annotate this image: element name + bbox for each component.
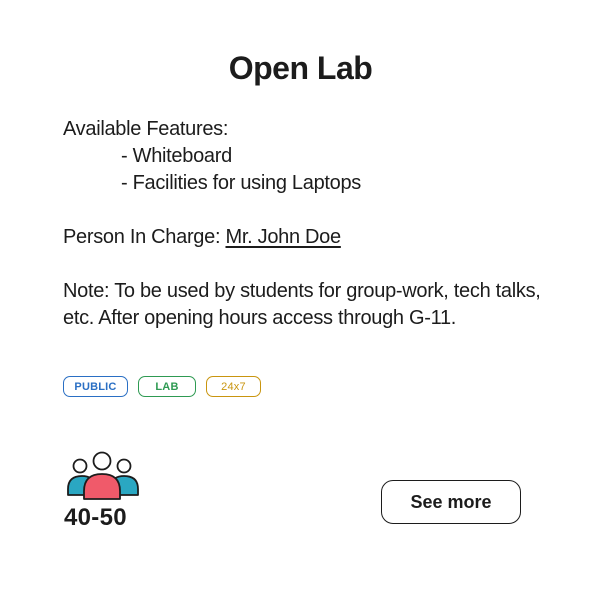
note-block: Note: To be used by students for group-w… (63, 278, 543, 332)
person-label: Person In Charge: (63, 226, 226, 248)
features-label: Available Features: (63, 118, 229, 140)
see-more-button[interactable]: See more (381, 480, 521, 524)
person-name-link[interactable]: Mr. John Doe (225, 226, 341, 248)
capacity-label: 40-50 (64, 504, 127, 531)
tag-list: PUBLIC LAB 24x7 (63, 376, 261, 397)
tag-public: PUBLIC (63, 376, 128, 397)
feature-list: - Whiteboard - Facilities for using Lapt… (63, 143, 543, 197)
tag-lab: LAB (138, 376, 196, 397)
feature-item-laptops: - Facilities for using Laptops (121, 172, 362, 194)
feature-item-whiteboard: - Whiteboard (121, 145, 232, 167)
page-title: Open Lab (228, 50, 373, 86)
people-group-icon (67, 451, 139, 500)
tag-24x7: 24x7 (206, 376, 261, 397)
card-details: Available Features: - Whiteboard - Facil… (63, 116, 543, 332)
person-in-charge: Person In Charge: Mr. John Doe (63, 224, 543, 251)
note-text: Note: To be used by students for group-w… (63, 280, 541, 329)
